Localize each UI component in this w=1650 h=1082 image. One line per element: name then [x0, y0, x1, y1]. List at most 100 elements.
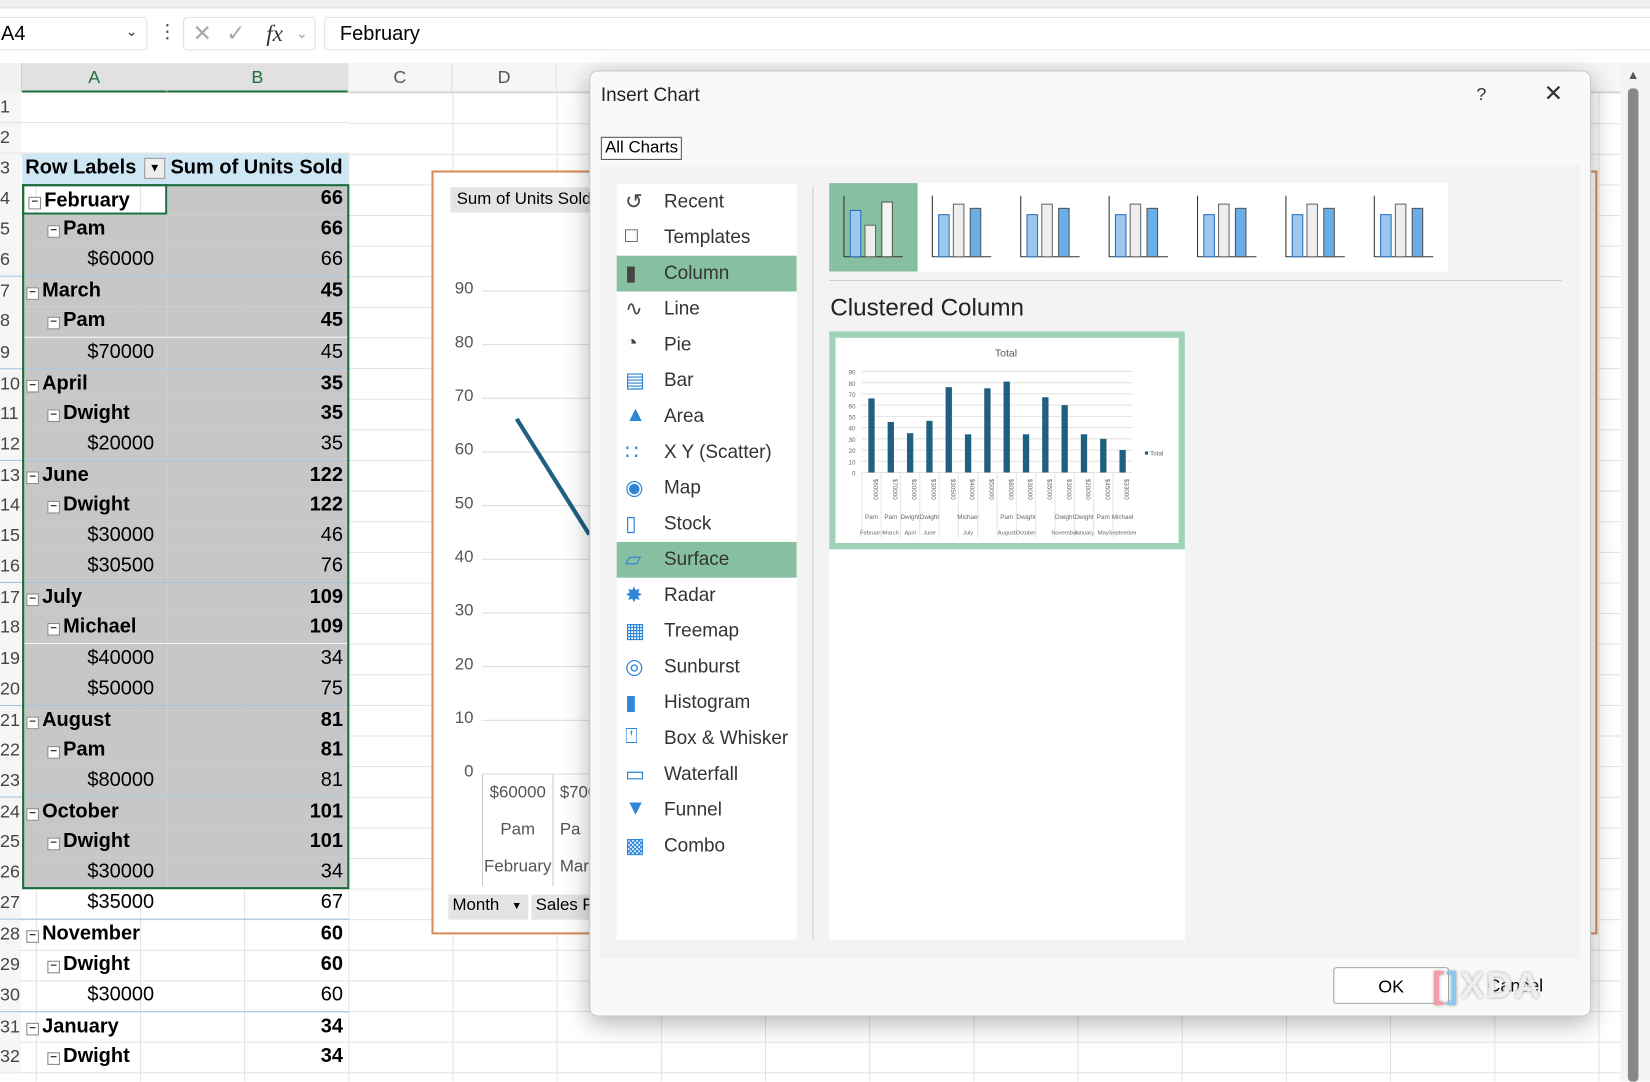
subtype-clustered-column[interactable]	[829, 183, 918, 272]
value-cell[interactable]: 109	[167, 583, 349, 613]
formula-input[interactable]: February	[324, 16, 1650, 51]
row-number[interactable]: 12	[0, 429, 22, 460]
collapse-icon[interactable]: −	[26, 471, 39, 484]
value-cell[interactable]: 45	[167, 337, 349, 368]
row-label-cell[interactable]: $30000	[22, 520, 168, 552]
row-number[interactable]: 15	[0, 520, 22, 552]
select-all[interactable]	[0, 63, 23, 93]
pivot-values-header[interactable]: Sum of Units Sold	[167, 153, 349, 185]
collapse-icon[interactable]: −	[26, 1022, 39, 1036]
row-number[interactable]: 30	[0, 980, 22, 1011]
chart-type-radar[interactable]: ✸ Radar	[617, 578, 797, 614]
chart-type-pie[interactable]: ◔ Pie	[617, 327, 797, 363]
row-number[interactable]: 29	[0, 949, 22, 981]
value-cell[interactable]: 66	[167, 214, 349, 246]
row-label-cell[interactable]: − October	[22, 797, 168, 828]
collapse-icon[interactable]: −	[47, 408, 60, 422]
row-number[interactable]: 27	[0, 888, 22, 920]
subtype-3d-column[interactable]	[1360, 183, 1448, 271]
collapse-icon[interactable]: −	[47, 837, 60, 851]
value-cell[interactable]: 60	[167, 950, 348, 981]
row-number[interactable]: 32	[0, 1041, 22, 1073]
row-label-cell[interactable]: − March	[22, 277, 168, 307]
chevron-down-icon[interactable]: ⌄	[296, 24, 308, 42]
month-field-button[interactable]: Month ▼	[448, 894, 529, 920]
row-label-cell[interactable]: − June	[22, 460, 168, 491]
chart-type-surface[interactable]: ▱ Surface	[616, 541, 797, 578]
value-cell[interactable]: 81	[167, 735, 349, 766]
collapse-icon[interactable]: −	[26, 593, 39, 607]
subtype-3d-stacked-column[interactable]	[1183, 183, 1271, 271]
vertical-scrollbar[interactable]: ▲	[1620, 63, 1650, 1082]
chart-type-stock[interactable]: ▯ Stock	[617, 506, 797, 542]
row-number[interactable]: 17	[0, 583, 22, 613]
chart-type-map[interactable]: ◉ Map	[617, 470, 797, 506]
tab-all-charts[interactable]: All Charts	[600, 136, 683, 160]
value-cell[interactable]: 101	[167, 827, 349, 858]
collapse-icon[interactable]: −	[26, 930, 39, 944]
value-cell[interactable]: 66	[167, 184, 349, 215]
subtype-3d-100-stacked-column[interactable]	[1271, 183, 1359, 271]
row-label-cell[interactable]: − February	[22, 184, 168, 215]
value-cell[interactable]: 67	[167, 888, 348, 919]
value-cell[interactable]: 75	[167, 674, 349, 705]
row-number[interactable]: 8	[0, 306, 22, 338]
collapse-icon[interactable]: −	[47, 960, 60, 973]
chart-type-scatter[interactable]: ∷ X Y (Scatter)	[617, 435, 797, 471]
row-label-cell[interactable]: − Dwight	[22, 398, 168, 430]
row-label-cell[interactable]: $40000	[22, 643, 168, 675]
value-cell[interactable]: 76	[167, 551, 349, 583]
row-label-cell[interactable]: − Pam	[22, 735, 168, 766]
collapse-icon[interactable]: −	[47, 317, 60, 330]
column-header-a[interactable]: A	[22, 63, 168, 93]
row-label-cell[interactable]: $30000	[22, 980, 167, 1011]
row-label-cell[interactable]: − July	[22, 583, 168, 613]
dropdown-arrow-icon[interactable]: ▼	[512, 901, 522, 913]
value-cell[interactable]: 46	[167, 520, 349, 552]
sales-person-field-button[interactable]: Sales P	[531, 894, 595, 920]
collapse-icon[interactable]: −	[28, 196, 42, 210]
value-cell[interactable]: 60	[167, 920, 348, 950]
chart-type-recent[interactable]: ↺ Recent	[617, 184, 797, 220]
row-number[interactable]: 3	[0, 153, 22, 185]
row-number[interactable]: 25	[0, 827, 22, 858]
row-label-cell[interactable]: $60000	[22, 245, 168, 276]
subtype-3d-clustered-column[interactable]	[1094, 183, 1182, 271]
row-number[interactable]: 6	[0, 245, 22, 276]
collapse-icon[interactable]: −	[47, 623, 60, 637]
row-number[interactable]: 22	[0, 735, 22, 766]
collapse-icon[interactable]: −	[26, 808, 39, 821]
row-number[interactable]: 13	[0, 460, 22, 491]
collapse-icon[interactable]: −	[26, 716, 39, 729]
row-number[interactable]: 31	[0, 1011, 22, 1042]
row-number[interactable]: 28	[0, 920, 22, 950]
row-label-cell[interactable]: $50000	[22, 674, 168, 705]
chart-type-histogram[interactable]: ▮ Histogram	[617, 685, 797, 721]
value-cell[interactable]: 45	[167, 306, 349, 338]
subtype-100-stacked-column[interactable]	[1006, 183, 1094, 271]
row-number[interactable]: 20	[0, 674, 22, 705]
value-cell[interactable]: 34	[167, 1012, 348, 1042]
row-number[interactable]: 18	[0, 612, 22, 644]
name-box[interactable]: A4 ⌄	[0, 16, 148, 51]
row-number[interactable]: 14	[0, 490, 22, 521]
collapse-icon[interactable]: −	[47, 500, 60, 514]
collapse-icon[interactable]: −	[47, 745, 60, 759]
value-cell[interactable]: 34	[167, 643, 349, 675]
column-header-d[interactable]: D	[452, 63, 557, 93]
value-cell[interactable]: 122	[167, 460, 349, 491]
chart-type-box-whisker[interactable]: ⍞ Box & Whisker	[617, 721, 797, 757]
chart-type-combo[interactable]: ▩ Combo	[617, 828, 797, 864]
value-cell[interactable]: 34	[167, 1042, 348, 1073]
row-label-cell[interactable]: − Pam	[22, 214, 168, 246]
row-label-cell[interactable]: − August	[22, 705, 168, 736]
scrollbar-thumb[interactable]	[1627, 88, 1639, 1082]
row-number[interactable]: 26	[0, 857, 22, 889]
chart-type-funnel[interactable]: ▼ Funnel	[617, 792, 797, 828]
collapse-icon[interactable]: −	[26, 379, 39, 393]
row-label-cell[interactable]: − Dwight	[22, 950, 167, 981]
column-header-c[interactable]: C	[348, 63, 453, 93]
value-cell[interactable]: 81	[167, 705, 349, 736]
chart-type-treemap[interactable]: ▦ Treemap	[617, 613, 797, 649]
collapse-icon[interactable]: −	[47, 1052, 60, 1065]
